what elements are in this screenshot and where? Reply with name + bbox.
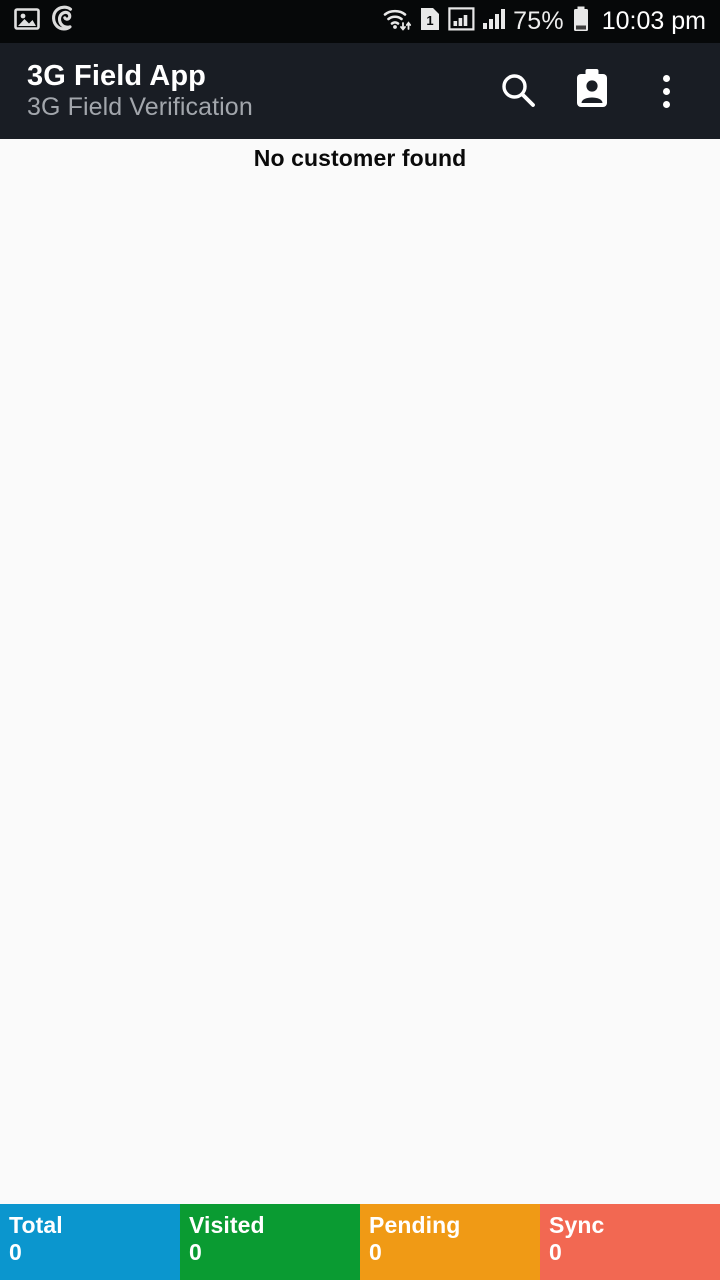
svg-text:1: 1 [426,13,433,28]
battery-percent-label: 75% [513,7,564,35]
summary-value: 0 [9,1239,22,1266]
summary-label: Sync [549,1212,605,1238]
search-icon [497,69,539,114]
summary-label: Visited [189,1212,265,1238]
signal-icon [482,6,506,37]
more-vertical-icon [662,74,670,108]
page-title: 3G Field App [27,60,206,93]
empty-state-message: No customer found [253,145,467,171]
summary-card-pending[interactable]: Pending 0 [360,1204,540,1280]
summary-value: 0 [189,1239,202,1266]
image-icon [14,7,40,36]
summary-card-total[interactable]: Total 0 [0,1204,180,1280]
app-header-bar: 3G Field App 3G Field Verification [0,43,720,139]
summary-value: 0 [549,1239,562,1266]
summary-label: Total [9,1212,63,1238]
status-bar-notification-icons [14,5,75,38]
sim-1-icon: 1 [419,6,441,37]
battery-icon [571,5,591,38]
signal-boxed-icon [448,6,475,37]
summary-card-sync[interactable]: Sync 0 [540,1204,720,1280]
summary-value: 0 [369,1239,382,1266]
status-bar-system-icons: 1 75% 10:03 pm [382,5,706,38]
id-badge-icon [571,68,613,115]
summary-bar: Total 0 Visited 0 Pending 0 Sync 0 [0,1204,720,1280]
customer-badge-button[interactable] [560,59,624,123]
page-subtitle: 3G Field Verification [27,92,253,121]
summary-card-visited[interactable]: Visited 0 [180,1204,360,1280]
app-screen: 1 75% 10:03 pm 3G Field App 3G Field Ver… [0,0,720,1280]
search-button[interactable] [486,59,550,123]
system-status-bar: 1 75% 10:03 pm [0,0,720,43]
main-content: No customer found [0,139,720,1204]
app-header-actions [486,59,698,123]
customer-list[interactable] [0,172,720,1204]
wifi-icon [382,6,412,37]
overflow-menu-button[interactable] [634,59,698,123]
summary-label: Pending [369,1212,461,1238]
clock-label: 10:03 pm [601,7,706,35]
app-title-group: 3G Field App 3G Field Verification [27,61,253,121]
evernote-icon [51,5,75,38]
